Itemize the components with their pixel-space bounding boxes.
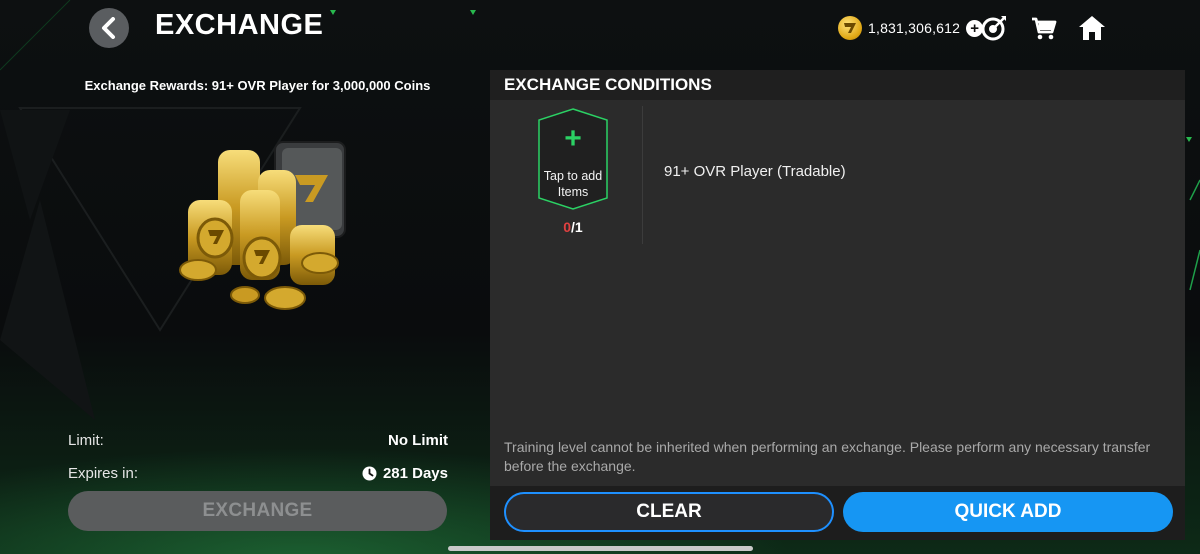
exchange-conditions-panel: EXCHANGE CONDITIONS + Tap to add Items 0… <box>490 70 1185 540</box>
cart-icon[interactable] <box>1030 14 1058 42</box>
tap-to-add-label: Tap to add Items <box>543 169 603 199</box>
exchange-note: Training level cannot be inherited when … <box>504 439 1151 474</box>
home-icon[interactable] <box>1078 14 1106 42</box>
condition-requirement: 91+ OVR Player (Tradable) <box>664 163 846 180</box>
coins-reward-image <box>179 141 346 310</box>
expires-value-group: 281 Days <box>362 465 448 482</box>
exchange-button[interactable]: EXCHANGE <box>68 491 447 531</box>
limit-value: No Limit <box>388 432 448 449</box>
coin-amount: 1,831,306,612 <box>868 20 961 36</box>
add-plus-icon: + <box>564 122 582 155</box>
expires-label: Expires in: <box>68 465 139 482</box>
coin-balance: 1,831,306,612 + <box>838 15 984 41</box>
clock-icon <box>362 466 377 481</box>
slot-count-total: /1 <box>571 219 583 235</box>
panel-title: EXCHANGE CONDITIONS <box>490 70 1185 100</box>
coin-icon <box>838 16 862 40</box>
slot-count-current: 0 <box>563 219 572 235</box>
home-indicator-bar[interactable] <box>448 546 753 551</box>
exchange-rewards-text: Exchange Rewards: 91+ OVR Player for 3,0… <box>84 78 431 93</box>
clear-button[interactable]: CLEAR <box>504 492 834 532</box>
page-title: EXCHANGE <box>155 9 324 41</box>
back-arrow-icon <box>102 17 115 39</box>
limit-label: Limit: <box>68 432 104 449</box>
slot-count: 0/1 <box>538 219 608 235</box>
add-item-slot[interactable]: + Tap to add Items <box>538 108 608 210</box>
target-icon[interactable] <box>980 14 1008 42</box>
back-button[interactable] <box>89 8 129 48</box>
expires-value: 281 Days <box>382 465 448 482</box>
divider <box>642 106 643 244</box>
quick-add-button[interactable]: QUICK ADD <box>843 492 1173 532</box>
